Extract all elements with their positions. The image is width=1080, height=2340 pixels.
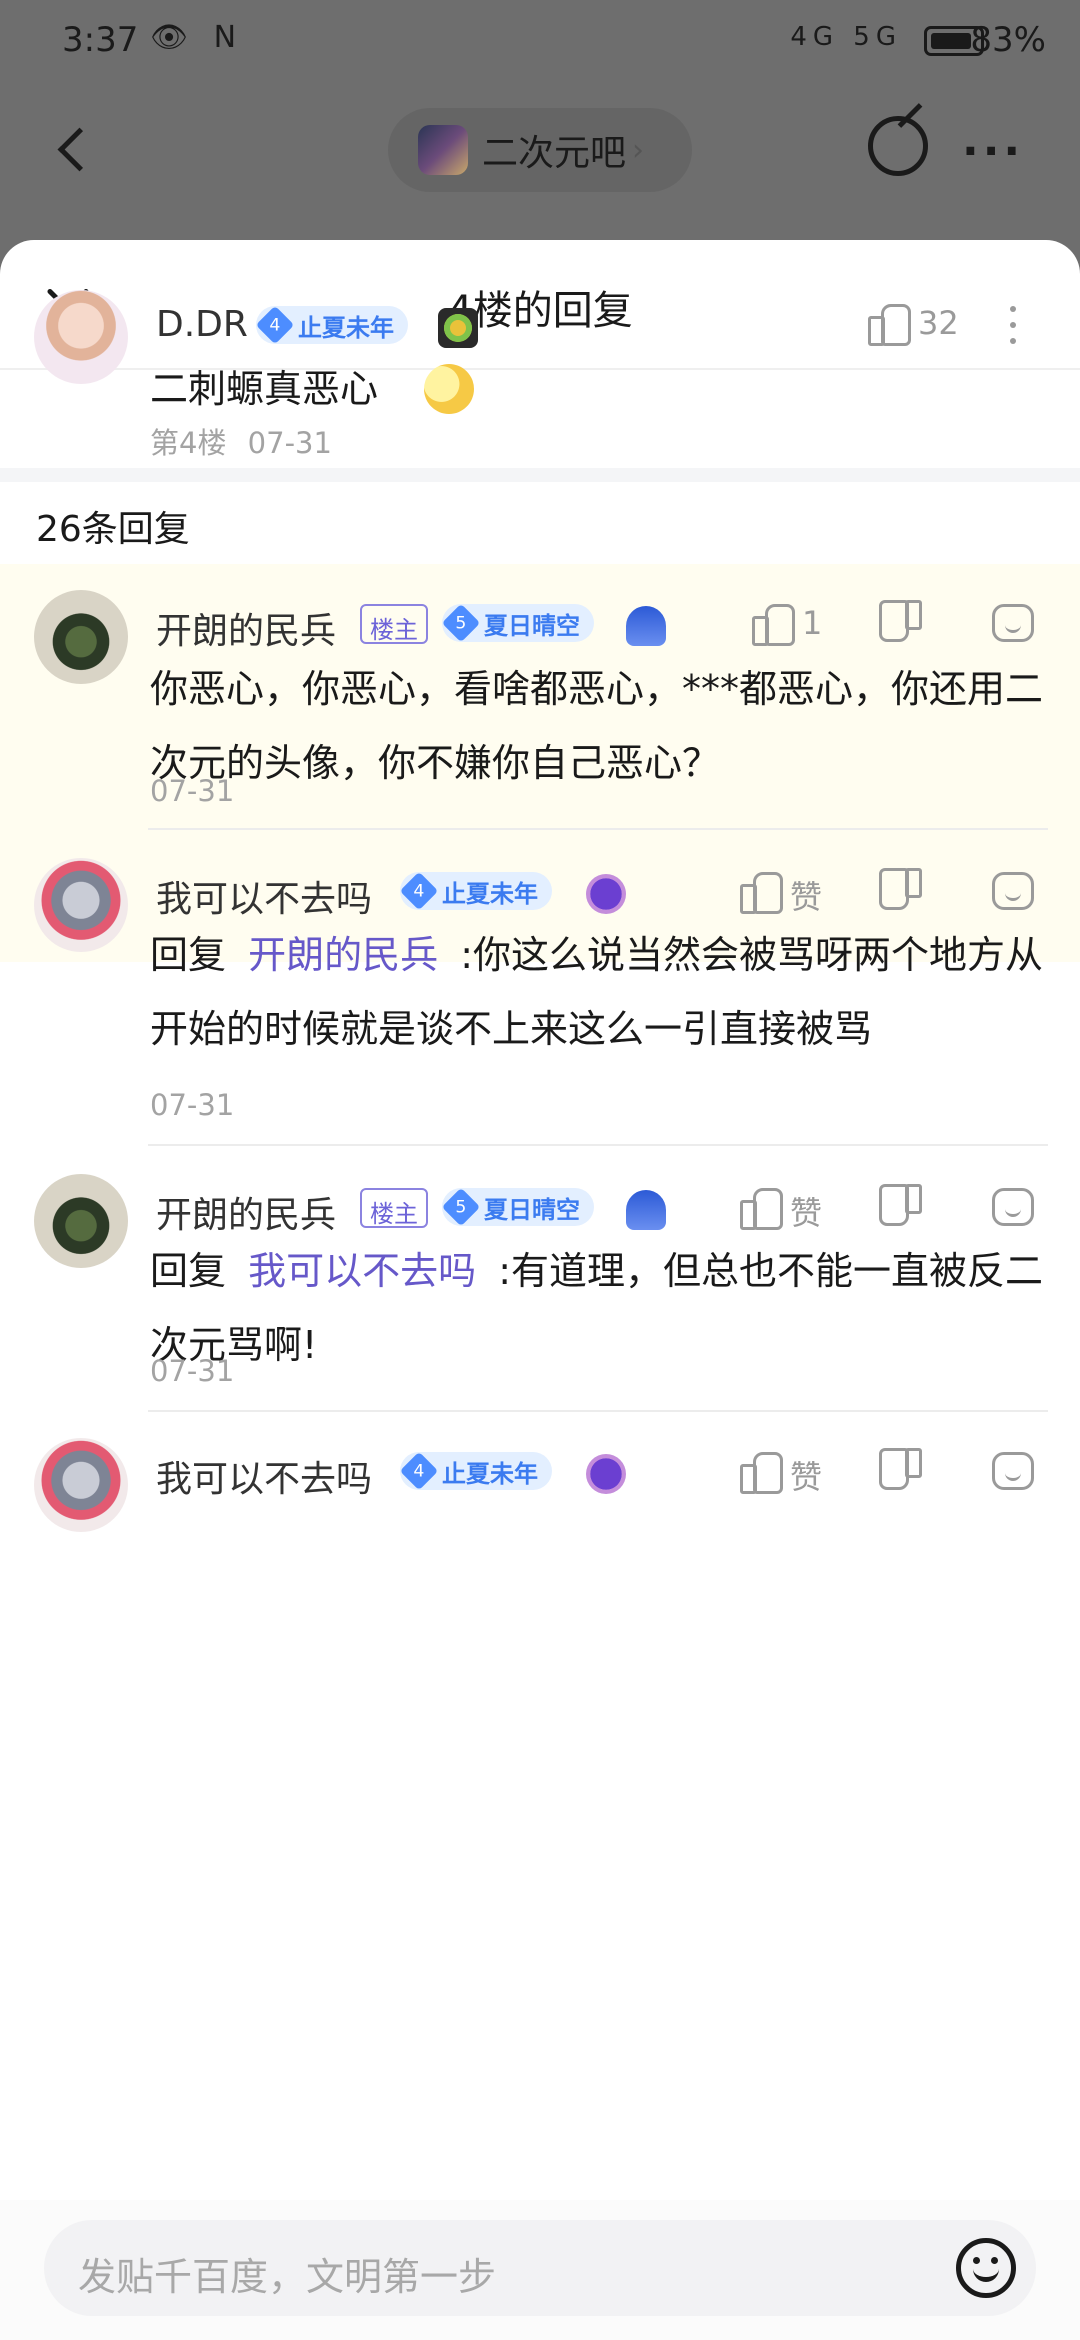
- reply-icon[interactable]: [992, 1188, 1034, 1226]
- dislike-icon[interactable]: [884, 874, 922, 912]
- section-divider: [0, 468, 1080, 482]
- avatar[interactable]: [34, 590, 128, 684]
- status-bar: 3:37 👁 N 4G 5G 83%: [0, 0, 1080, 84]
- level-number: 5: [455, 612, 467, 634]
- level-name: 止夏未年: [442, 1459, 538, 1488]
- username[interactable]: 开朗的民兵: [156, 602, 336, 654]
- like-icon[interactable]: [740, 1450, 783, 1494]
- owner-badge: 楼主: [360, 604, 428, 644]
- forum-avatar: [418, 125, 468, 175]
- like-icon[interactable]: [740, 1186, 783, 1230]
- battery-percent: 83%: [970, 20, 1046, 60]
- reply-date: 07-31: [150, 1354, 235, 1388]
- username[interactable]: 我可以不去吗: [156, 1450, 372, 1502]
- more-vertical-icon[interactable]: [1010, 306, 1020, 354]
- avatar[interactable]: [34, 858, 128, 952]
- medal-icon: [586, 874, 626, 914]
- reply-icon[interactable]: [992, 1452, 1034, 1490]
- medal-icon: [626, 1190, 666, 1230]
- username[interactable]: 开朗的民兵: [156, 1186, 336, 1238]
- forum-link[interactable]: 二次元吧 ›: [388, 108, 692, 192]
- like-label: 赞: [790, 878, 823, 916]
- level-number: 4: [269, 314, 281, 336]
- level-name: 夏日晴空: [484, 1195, 580, 1224]
- like-icon[interactable]: [752, 602, 795, 646]
- username[interactable]: 我可以不去吗: [156, 870, 372, 922]
- more-icon[interactable]: ···: [962, 126, 1024, 177]
- like-icon[interactable]: [868, 302, 911, 346]
- medal-icon: [438, 308, 478, 348]
- reply-date: 07-31: [150, 1088, 235, 1122]
- reply-prefix: 回复: [150, 1249, 227, 1293]
- post-meta: 第4楼 07-31: [150, 420, 332, 462]
- owner-badge: 楼主: [360, 1188, 428, 1228]
- signal-icons: 4G 5G: [790, 22, 902, 52]
- emoji-icon[interactable]: [956, 2238, 1016, 2298]
- like-count: 32: [918, 304, 959, 342]
- medal-icon: [626, 606, 666, 646]
- avatar[interactable]: [34, 290, 128, 384]
- moon-emoji-icon: [424, 364, 474, 414]
- level-name: 止夏未年: [298, 313, 394, 342]
- level-name: 止夏未年: [442, 879, 538, 908]
- level-number: 5: [455, 1196, 467, 1218]
- comment-placeholder: 发贴千百度，文明第一步: [78, 2255, 497, 2299]
- dislike-icon[interactable]: [884, 1190, 922, 1228]
- comment-bar: 发贴千百度，文明第一步: [0, 2200, 1080, 2340]
- level-number: 4: [413, 1460, 425, 1482]
- avatar[interactable]: [34, 1438, 128, 1532]
- dislike-icon[interactable]: [884, 1454, 922, 1492]
- post-date: 07-31: [247, 426, 332, 460]
- like-label: 赞: [790, 1458, 823, 1496]
- reply-text: 你恶心，你恶心，看啥都恶心，***都恶心，你还用二次元的头像，你不嫌你自己恶心？: [150, 652, 1050, 800]
- back-arrow-icon[interactable]: [40, 114, 110, 184]
- like-count: 1: [802, 604, 823, 642]
- level-name: 夏日晴空: [484, 611, 580, 640]
- reply-icon[interactable]: [992, 872, 1034, 910]
- forum-name: 二次元吧: [482, 133, 627, 174]
- level-badge: 4 止夏未年: [255, 305, 408, 345]
- reply-to-link[interactable]: 我可以不去吗: [248, 1249, 476, 1293]
- post-text: 二刺螈真恶心: [150, 352, 1050, 426]
- reply-text: 回复 开朗的民兵 :你这么说当然会被骂呀两个地方从开始的时候就是谈不上来这么一引…: [150, 918, 1050, 1066]
- comment-input[interactable]: 发贴千百度，文明第一步: [44, 2220, 1036, 2316]
- divider: [148, 1410, 1048, 1412]
- reply-to-link[interactable]: 开朗的民兵: [248, 933, 438, 977]
- reply-count: 26条回复: [36, 509, 190, 550]
- post-text-content: 二刺螈真恶心: [150, 367, 379, 411]
- level-badge: 5 夏日晴空: [441, 603, 594, 643]
- level-number: 4: [413, 880, 425, 902]
- reply-date: 07-31: [150, 774, 235, 808]
- level-badge: 5 夏日晴空: [441, 1187, 594, 1227]
- status-time: 3:37: [62, 20, 139, 60]
- divider: [148, 1144, 1048, 1146]
- dislike-icon[interactable]: [884, 606, 922, 644]
- chevron-right-icon: ›: [632, 132, 645, 168]
- reply-prefix: 回复: [150, 933, 227, 977]
- username[interactable]: D.DR: [156, 304, 248, 345]
- avatar[interactable]: [34, 1174, 128, 1268]
- reply-text: 回复 我可以不去吗 :有道理，但总也不能一直被反二次元骂啊!: [150, 1234, 1050, 1382]
- divider: [148, 828, 1048, 830]
- status-left-icons: 👁 N: [150, 20, 245, 55]
- level-badge: 4 止夏未年: [399, 1451, 552, 1491]
- share-icon[interactable]: [868, 116, 928, 176]
- medal-icon: [586, 1454, 626, 1494]
- level-badge: 4 止夏未年: [399, 871, 552, 911]
- reply-sheet: 4楼的回复 D.DR 4 止夏未年 32 二刺螈真恶心 第4楼 07-31 26…: [0, 240, 1080, 2340]
- like-icon[interactable]: [740, 870, 783, 914]
- like-label: 赞: [790, 1194, 823, 1232]
- top-nav: 二次元吧 › ···: [0, 84, 1080, 240]
- reply-text-content: 你恶心，你恶心，看啥都恶心，***都恶心，你还用二次元的头像，你不嫌你自己恶心？: [150, 667, 1044, 785]
- floor-label: 第4楼: [150, 426, 227, 460]
- reply-icon[interactable]: [992, 604, 1034, 642]
